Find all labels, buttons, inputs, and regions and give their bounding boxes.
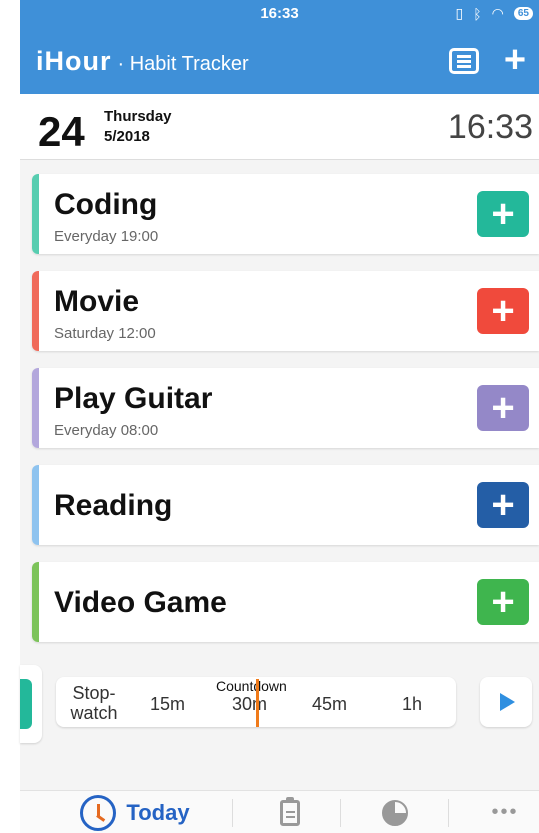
habit-card-movie[interactable]: Movie Saturday 12:00 +	[32, 271, 539, 351]
tab-more[interactable]: •••	[480, 791, 530, 833]
timer-needle[interactable]	[256, 679, 259, 727]
habit-schedule: Everyday 19:00	[54, 228, 159, 245]
clock-icon	[80, 794, 117, 831]
play-button[interactable]	[480, 677, 532, 727]
habit-name: Movie	[54, 285, 140, 318]
tab-divider	[340, 799, 341, 827]
countdown-label: Countdown	[216, 678, 287, 694]
wifi-icon: ◠	[491, 5, 504, 21]
tab-statistics[interactable]	[370, 791, 420, 833]
app-subtitle: · Habit Tracker	[117, 53, 249, 75]
day-number: 24	[38, 108, 85, 155]
habit-name: Play Guitar	[54, 382, 213, 415]
habit-color-bar	[32, 271, 39, 351]
habit-add-button[interactable]: +	[477, 191, 529, 237]
side-drawer-handle[interactable]	[20, 665, 42, 743]
habit-card-play-guitar[interactable]: Play Guitar Everyday 08:00 +	[32, 368, 539, 448]
habit-list: Coding Everyday 19:00 + Movie Saturday 1…	[20, 160, 539, 790]
tab-today-label: Today	[126, 799, 190, 825]
habit-schedule: Everyday 08:00	[54, 422, 159, 439]
play-icon	[500, 693, 515, 711]
habit-color-bar	[32, 174, 39, 254]
tick-15m[interactable]: 15m	[150, 694, 185, 715]
battery-icon: 65	[513, 7, 533, 20]
list-icon-line	[457, 55, 471, 58]
habit-add-button[interactable]: +	[477, 385, 529, 431]
habit-add-button[interactable]: +	[477, 579, 529, 625]
drawer-handle-color	[20, 679, 32, 729]
app-logo: iHour	[36, 46, 112, 76]
tab-today[interactable]: Today	[60, 791, 210, 833]
app-header: iHour · Habit Tracker +	[20, 28, 539, 94]
habit-color-bar	[32, 562, 39, 642]
more-icon: •••	[491, 801, 519, 823]
status-icons: ▯ ᛒ ◠ 65	[456, 5, 533, 22]
stopwatch-label-line2: watch	[70, 703, 118, 723]
list-icon-line	[457, 65, 471, 68]
habit-name: Reading	[54, 489, 173, 522]
habit-add-button[interactable]: +	[477, 482, 529, 528]
pie-chart-icon	[382, 799, 408, 826]
bottom-tab-bar: Today •••	[20, 790, 539, 833]
date-header: 24 Thursday 5/2018 16:33	[20, 94, 539, 160]
tab-divider	[232, 799, 233, 827]
tick-45m[interactable]: 45m	[312, 694, 347, 715]
list-view-button[interactable]	[449, 48, 479, 74]
status-bar: 16:33 ▯ ᛒ ◠ 65	[20, 0, 539, 28]
tick-1h[interactable]: 1h	[402, 694, 422, 715]
brand: iHour · Habit Tracker	[36, 46, 249, 77]
current-time: 16:33	[447, 108, 533, 146]
bluetooth-icon: ᛒ	[473, 5, 482, 22]
habit-schedule: Saturday 12:00	[54, 325, 156, 342]
habit-name: Coding	[54, 188, 158, 221]
stopwatch-label-line1: Stop-	[72, 683, 116, 703]
habit-card-video-game[interactable]: Video Game +	[32, 562, 539, 642]
habit-card-coding[interactable]: Coding Everyday 19:00 +	[32, 174, 539, 254]
habit-color-bar	[32, 465, 39, 545]
tick-30m[interactable]: 30m	[232, 694, 267, 715]
tab-divider	[448, 799, 449, 827]
countdown-timer-slider[interactable]: Stop- watch Countdown 15m 30m 45m 1h	[56, 677, 456, 727]
month-year: 5/2018	[104, 128, 150, 145]
vibrate-icon: ▯	[455, 5, 464, 21]
weekday: Thursday	[104, 108, 172, 125]
add-habit-button[interactable]: +	[497, 40, 533, 80]
habit-add-button[interactable]: +	[477, 288, 529, 334]
stopwatch-option[interactable]: Stop- watch	[64, 683, 124, 723]
habit-card-reading[interactable]: Reading +	[32, 465, 539, 545]
tab-records[interactable]	[265, 791, 315, 833]
list-icon-line	[457, 60, 471, 63]
habit-color-bar	[32, 368, 39, 448]
clipboard-icon	[280, 796, 300, 826]
habit-name: Video Game	[54, 586, 227, 619]
